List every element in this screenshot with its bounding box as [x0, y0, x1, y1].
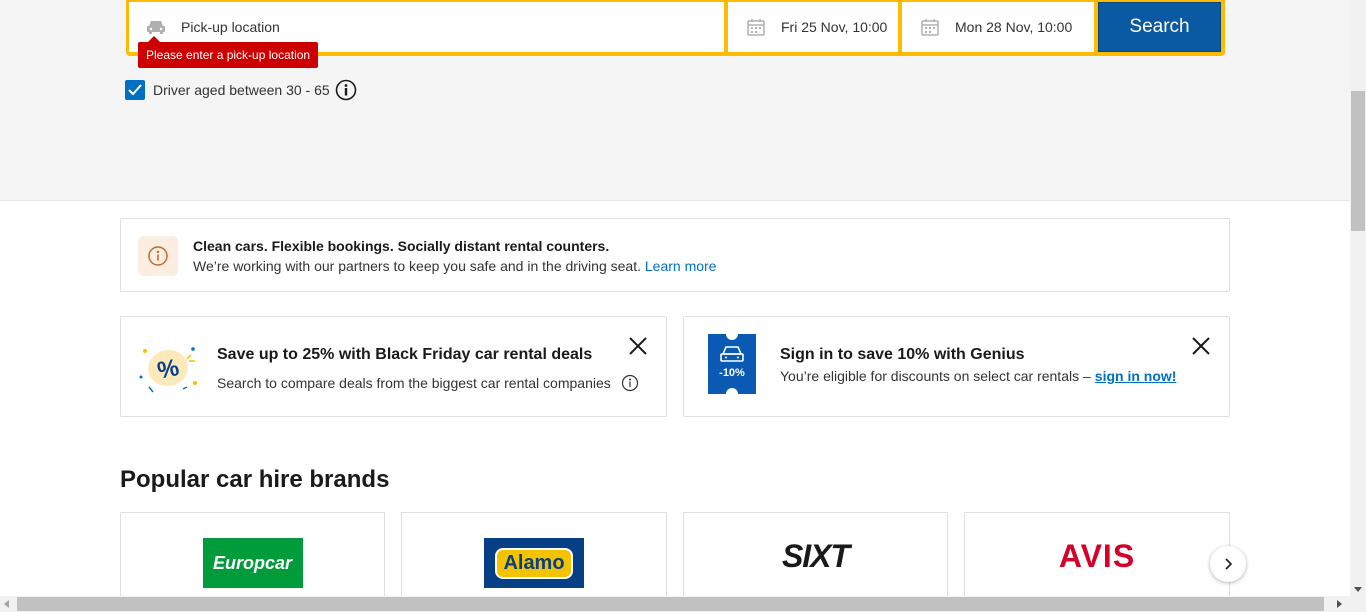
car-icon: [145, 16, 167, 38]
driver-age-option: Driver aged between 30 - 65: [125, 79, 357, 101]
avis-logo: AVIS: [1058, 538, 1136, 574]
learn-more-link[interactable]: Learn more: [645, 258, 717, 274]
promo-description: Search to compare deals from the biggest…: [217, 375, 611, 391]
scroll-left-arrow[interactable]: [4, 600, 9, 608]
search-button[interactable]: Search: [1098, 2, 1221, 52]
close-icon[interactable]: [627, 335, 649, 357]
promo-description: You’re eligible for discounts on select …: [780, 368, 1091, 384]
brands-heading: Popular car hire brands: [120, 466, 390, 493]
error-tooltip: Please enter a pick-up location: [138, 36, 319, 68]
brand-card-avis[interactable]: AVIS: [964, 512, 1230, 602]
alamo-logo-text: Alamo: [495, 547, 573, 579]
close-icon[interactable]: [1190, 335, 1212, 357]
safety-notice: Clean cars. Flexible bookings. Socially …: [120, 218, 1230, 292]
brand-card-europcar[interactable]: Europcar: [120, 512, 385, 602]
carousel-next-button[interactable]: [1210, 546, 1246, 582]
alamo-logo: Alamo: [484, 538, 584, 588]
horizontal-scroll-thumb[interactable]: [17, 597, 1324, 611]
notice-body: We’re working with our partners to keep …: [193, 258, 641, 274]
notice-title: Clean cars. Flexible bookings. Socially …: [193, 238, 610, 254]
promo-text: You’re eligible for discounts on select …: [780, 368, 1176, 384]
promo-title: Save up to 25% with Black Friday car ren…: [217, 346, 593, 363]
percent-discount-icon: %: [135, 337, 201, 397]
genius-discount-ticket-icon: [706, 332, 758, 396]
search-hero: Pick-up location Fri 25 Nov, 10:00 Mon 2…: [0, 0, 1350, 201]
pickup-location-placeholder: Pick-up location: [181, 19, 280, 35]
horizontal-scrollbar[interactable]: [0, 596, 1366, 612]
brand-card-sixt[interactable]: SIXT: [683, 512, 948, 602]
sign-in-link[interactable]: sign in now!: [1095, 368, 1177, 384]
driver-age-checkbox[interactable]: [125, 80, 145, 100]
dropoff-date-value: Mon 28 Nov, 10:00: [955, 19, 1073, 35]
pickup-date-field[interactable]: Fri 25 Nov, 10:00: [728, 2, 898, 52]
chevron-right-icon: [1225, 558, 1233, 570]
pickup-date-value: Fri 25 Nov, 10:00: [781, 19, 888, 35]
info-icon[interactable]: [621, 374, 639, 392]
calendar-icon: [745, 16, 767, 38]
europcar-logo: Europcar: [202, 538, 303, 588]
driver-age-label: Driver aged between 30 - 65: [153, 82, 330, 98]
vertical-scrollbar[interactable]: [1350, 0, 1366, 596]
scroll-down-arrow[interactable]: [1354, 587, 1362, 592]
vertical-scroll-thumb[interactable]: [1351, 91, 1365, 231]
notice-text: We’re working with our partners to keep …: [193, 258, 716, 274]
info-icon[interactable]: [335, 79, 357, 101]
brand-card-alamo[interactable]: Alamo: [401, 512, 667, 602]
promo-text: Search to compare deals from the biggest…: [217, 374, 639, 392]
sixt-logo: SIXT: [781, 538, 850, 574]
genius-badge-text: -10%: [719, 367, 745, 379]
dropoff-date-field[interactable]: Mon 28 Nov, 10:00: [902, 2, 1094, 52]
scroll-right-arrow[interactable]: [1337, 600, 1342, 608]
promo-title: Sign in to save 10% with Genius: [780, 346, 1025, 363]
black-friday-promo: % Save up to 25% with Black Friday car r…: [120, 316, 667, 417]
calendar-icon: [919, 16, 941, 38]
info-circle-icon: [138, 236, 178, 276]
genius-promo: -10% Sign in to save 10% with Genius You…: [683, 316, 1230, 417]
